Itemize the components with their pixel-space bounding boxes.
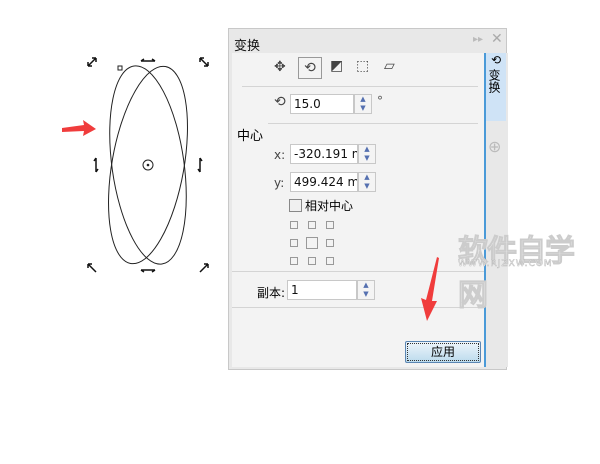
apply-button[interactable]: 应用	[405, 341, 481, 363]
x-spinner[interactable]: ▲ ▼	[358, 144, 376, 164]
rotation-angle-icon: ⟲	[274, 94, 286, 110]
center-x-input[interactable]: -320.191 mm	[290, 144, 358, 164]
x-label: x:	[274, 148, 286, 162]
scale-mirror-icon[interactable]: ◩	[330, 58, 343, 74]
angle-input[interactable]: 15.0	[290, 94, 354, 114]
size-icon[interactable]: ⬚	[356, 58, 369, 74]
transform-panel: 变换 ▸▸ ✕ ✥ ⟲ ◩ ⬚ ▱ ⟲ 15.0 ▲ ▼ ° 中心 x: -320…	[228, 28, 508, 370]
panel-body: ✥ ⟲ ◩ ⬚ ▱ ⟲ 15.0 ▲▼ ° 中心 x: -320.191 mm …	[232, 53, 484, 367]
panel-title: 变换	[234, 39, 261, 54]
close-icon[interactable]: ✕	[491, 31, 503, 47]
anchor-grid[interactable]	[290, 221, 334, 281]
center-y-input[interactable]: 499.424 mm	[290, 172, 358, 192]
add-tab-icon[interactable]: ⊕	[488, 137, 501, 156]
red-arrow-icon	[62, 120, 96, 136]
watermark-url: WWW.RJZXW.COM	[458, 259, 553, 270]
rotate-icon[interactable]: ⟲	[298, 57, 322, 79]
skew-icon[interactable]: ▱	[384, 58, 395, 74]
angle-spinner[interactable]: ▲ ▼	[354, 94, 372, 114]
relative-center-checkbox[interactable]	[289, 199, 302, 212]
copies-spinner[interactable]: ▲ ▼	[357, 280, 375, 300]
red-arrow-down-icon	[421, 257, 439, 321]
y-spinner[interactable]: ▲ ▼	[358, 172, 376, 192]
canvas-drawing[interactable]	[0, 0, 228, 300]
center-label: 中心	[237, 129, 264, 144]
collapse-icon[interactable]: ▸▸	[473, 34, 483, 45]
copies-input[interactable]: 1	[287, 280, 357, 300]
relative-center-label: 相对中心	[305, 199, 354, 213]
watermark-text: 软件自学网	[458, 234, 576, 314]
position-icon[interactable]: ✥	[274, 59, 286, 75]
tab-transform[interactable]: ⟲ 变换	[486, 53, 506, 121]
copies-label: 副本:	[257, 286, 286, 300]
docker-tabstrip: ⟲ 变换 ⊕	[484, 53, 508, 367]
y-label: y:	[274, 176, 285, 190]
degree-unit: °	[377, 94, 383, 108]
